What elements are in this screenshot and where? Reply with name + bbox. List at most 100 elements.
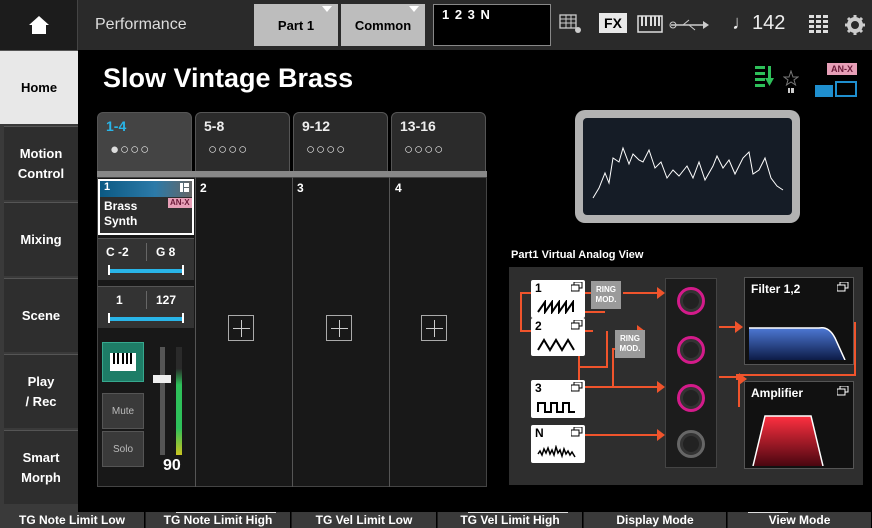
active-indicator <box>468 512 568 513</box>
osc-1-number: 1 <box>535 281 542 295</box>
keyboard-control-button[interactable] <box>102 342 144 382</box>
nav-scene[interactable]: Scene <box>4 278 78 352</box>
nav-motion-control-label: Motion Control <box>17 146 65 181</box>
vel-range-low-handle <box>108 313 110 323</box>
tab-label: 13-16 <box>400 118 436 134</box>
oscillator-1[interactable]: 1 <box>531 280 585 318</box>
performance-name[interactable]: Slow Vintage Brass <box>103 63 353 94</box>
button-label: Display Mode <box>616 513 694 527</box>
left-nav: Home Motion Control Mixing Scene Play / … <box>0 50 78 512</box>
volume-track <box>160 347 165 455</box>
part-1-card[interactable]: 1 Brass Synth AN-X <box>98 179 194 235</box>
mixer-knob-osc3[interactable] <box>677 384 705 412</box>
nav-motion-control[interactable]: Motion Control <box>4 126 78 200</box>
solo-label: Solo <box>112 443 133 455</box>
nav-scene-label: Scene <box>21 307 61 323</box>
ring-mod-2[interactable]: RING MOD. <box>615 330 645 358</box>
amplifier-block[interactable]: Amplifier <box>744 381 854 469</box>
mixer-knob-osc1[interactable] <box>677 287 705 315</box>
button-label: TG Vel Limit Low <box>315 513 413 527</box>
add-part-2-button[interactable] <box>228 315 254 341</box>
amp-envelope-icon <box>752 415 824 466</box>
nav-play-rec-label: Play / Rec <box>25 374 57 409</box>
mute-label: Mute <box>111 405 135 417</box>
part-slot-3-number: 3 <box>297 181 304 195</box>
tg-note-limit-low-button[interactable]: TG Note Limit Low <box>0 512 145 528</box>
expand-icon <box>571 382 583 392</box>
part-slot-2-number: 2 <box>200 181 207 195</box>
add-part-3-button[interactable] <box>326 315 352 341</box>
expand-icon <box>571 282 583 292</box>
mixer-knob-noise[interactable] <box>677 430 705 458</box>
ring-mod-1[interactable]: RING MOD. <box>591 281 621 309</box>
note-limit-low: C -2 <box>106 245 129 259</box>
tab-parts-1-4[interactable]: 1-4 ●○○○ <box>97 112 192 172</box>
an-x-logo: AN-X <box>815 63 857 101</box>
part-number-display[interactable]: 1 2 3 N <box>433 4 551 46</box>
tg-vel-limit-high-button[interactable]: TG Vel Limit High <box>438 512 583 528</box>
velocity-limit-range[interactable]: 1 127 <box>98 286 194 328</box>
tab-label: 5-8 <box>204 118 225 134</box>
nav-play-rec[interactable]: Play / Rec <box>4 354 78 428</box>
filter-block[interactable]: Filter 1,2 <box>744 277 854 365</box>
category-sort-icon[interactable] <box>755 66 775 88</box>
tg-vel-limit-low-button[interactable]: TG Vel Limit Low <box>292 512 437 528</box>
waveform-icon <box>592 146 784 199</box>
overview-grid-icon[interactable] <box>809 15 829 33</box>
nav-home[interactable]: Home <box>0 50 78 124</box>
amp-label: Amplifier <box>751 386 804 400</box>
add-part-4-button[interactable] <box>421 315 447 341</box>
oscillator-3[interactable]: 3 <box>531 380 585 418</box>
noise-label: N <box>535 426 544 440</box>
oscillator-2[interactable]: 2 <box>531 318 585 356</box>
top-bar: Performance Part 1 Common 1 2 3 N FX ♩14… <box>0 0 872 50</box>
tg-note-limit-high-button[interactable]: TG Note Limit High <box>146 512 291 528</box>
ring-mod-2-label: RING MOD. <box>619 334 641 353</box>
virtual-analog-title: Part1 Virtual Analog View <box>511 249 644 261</box>
tempo-display[interactable]: ♩142 <box>732 12 785 35</box>
part-1-number: 1 <box>104 181 111 193</box>
common-select-label: Common <box>354 17 412 33</box>
part-type-icon <box>180 183 189 192</box>
expand-icon <box>837 386 849 396</box>
note-range-high-handle <box>182 265 184 275</box>
engine-badge: AN-X <box>168 198 192 208</box>
expand-icon <box>571 427 583 437</box>
nav-smart-morph[interactable]: Smart Morph <box>4 430 78 504</box>
gear-icon[interactable] <box>844 14 866 36</box>
usb-icon <box>669 19 709 31</box>
button-label: TG Note Limit Low <box>19 513 125 527</box>
screen-title: Performance <box>95 16 187 33</box>
note-limit-high: G 8 <box>156 245 176 259</box>
fx-button[interactable]: FX <box>599 13 627 33</box>
filter-curve-icon <box>749 326 846 360</box>
tab-parts-13-16[interactable]: 13-16 ○○○○ <box>391 112 486 172</box>
grid-settings-icon[interactable] <box>559 13 583 35</box>
display-mode-button[interactable]: Display Mode <box>584 512 727 528</box>
part-select[interactable]: Part 1 <box>254 4 338 46</box>
tab-parts-9-12[interactable]: 9-12 ○○○○ <box>293 112 388 172</box>
note-limit-range[interactable]: C -2 G 8 <box>98 238 194 280</box>
mixer-knob-osc2[interactable] <box>677 336 705 364</box>
home-button[interactable] <box>0 0 78 50</box>
noise-generator[interactable]: N <box>531 425 585 463</box>
note-range-low-handle <box>108 265 110 275</box>
tab-parts-5-8[interactable]: 5-8 ○○○○ <box>195 112 290 172</box>
filter-label: Filter 1,2 <box>751 282 801 296</box>
view-mode-button[interactable]: View Mode <box>728 512 872 528</box>
common-select[interactable]: Common <box>341 4 425 46</box>
expand-icon <box>837 282 849 292</box>
tab-label: 1-4 <box>106 118 127 134</box>
part-select-label: Part 1 <box>277 17 315 33</box>
dropdown-triangle-icon <box>409 6 419 12</box>
tab-dots: ○○○○ <box>404 141 445 158</box>
favorite-star-icon[interactable] <box>783 70 799 94</box>
volume-fader[interactable] <box>153 375 171 383</box>
tab-dots: ●○○○ <box>110 141 151 158</box>
mute-button[interactable]: Mute <box>102 393 144 429</box>
home-icon <box>28 16 49 34</box>
nav-mixing[interactable]: Mixing <box>4 202 78 276</box>
osc-2-number: 2 <box>535 319 542 333</box>
solo-button[interactable]: Solo <box>102 431 144 467</box>
active-indicator <box>176 512 276 513</box>
